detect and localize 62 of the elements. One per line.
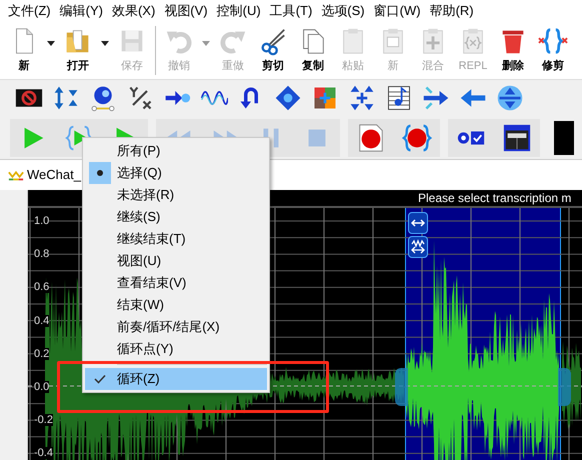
arrows-icon bbox=[52, 84, 80, 112]
menu-bar-item[interactable]: 窗口(W) bbox=[372, 1, 422, 21]
axis-label: -0.4 bbox=[34, 447, 53, 460]
braces-cross-icon bbox=[538, 26, 568, 56]
zigzag-icon bbox=[8, 168, 24, 182]
menu-bar-item[interactable]: 效果(X) bbox=[110, 1, 156, 21]
music-staff-icon bbox=[385, 84, 413, 112]
selection-button[interactable] bbox=[408, 236, 428, 258]
split-arrows-icon bbox=[422, 84, 450, 112]
open-button[interactable]: 打开 bbox=[58, 22, 98, 79]
cut-button[interactable]: 剪切 bbox=[253, 22, 293, 79]
selection-handle[interactable] bbox=[395, 368, 408, 406]
caret-icon bbox=[202, 41, 210, 46]
menu-item[interactable]: 视图(U) bbox=[85, 250, 267, 272]
selection-button[interactable] bbox=[408, 212, 428, 234]
checkmark-icon bbox=[94, 374, 106, 384]
circle-up-down-icon bbox=[496, 84, 524, 112]
menu-bar-item[interactable]: 控制(U) bbox=[216, 1, 262, 21]
arrows-plus-icon bbox=[348, 84, 376, 112]
new-button[interactable]: 新 bbox=[4, 22, 44, 79]
menu-item[interactable]: 循环点(Y) bbox=[85, 338, 267, 360]
axis-label: -0.2 bbox=[34, 414, 53, 426]
menu-bar-item[interactable]: 选项(S) bbox=[320, 1, 366, 21]
axis-label: 0.2 bbox=[34, 348, 50, 360]
record-braces-icon bbox=[402, 122, 432, 152]
menu-item[interactable]: 前奏/循环/结尾(X) bbox=[85, 316, 267, 338]
menu-item[interactable]: 继续(S) bbox=[85, 206, 267, 228]
radio-bullet-icon bbox=[89, 162, 111, 184]
window-icon bbox=[502, 122, 532, 152]
menu-item[interactable]: 结束(W) bbox=[85, 294, 267, 316]
copy-button[interactable]: 复制 bbox=[293, 22, 333, 79]
wave-arrow-icon bbox=[411, 239, 425, 255]
axis-label: 0.0 bbox=[34, 381, 50, 393]
axis-label: 0.4 bbox=[34, 314, 50, 327]
menu-item[interactable]: 所有(P) bbox=[85, 140, 267, 162]
document-tab[interactable]: WeChat_ bbox=[8, 165, 81, 185]
menu-item[interactable]: 查看结束(V) bbox=[85, 272, 267, 294]
menu-item[interactable]: 选择(Q) bbox=[85, 162, 267, 184]
menu-bar-item[interactable]: 视图(V) bbox=[163, 1, 209, 21]
counter-display bbox=[554, 120, 574, 154]
axis-label: 0.6 bbox=[34, 281, 50, 294]
toolbar-button[interactable] bbox=[273, 83, 303, 113]
menu-item[interactable]: 未选择(R) bbox=[85, 184, 267, 206]
menu-bar-item[interactable]: 工具(T) bbox=[268, 1, 314, 21]
sphere-icon bbox=[89, 84, 117, 112]
document-title: WeChat_ bbox=[27, 166, 81, 184]
axis-label: 1.0 bbox=[34, 215, 50, 227]
selection-handle[interactable] bbox=[558, 368, 571, 406]
diamond-icon bbox=[274, 84, 302, 112]
menu-bar-item[interactable]: 编辑(Y) bbox=[58, 1, 104, 21]
menu-bar-item[interactable]: 文件(Z) bbox=[7, 1, 52, 21]
status-message: Please select transcription m bbox=[418, 190, 572, 207]
caret-icon bbox=[47, 41, 55, 46]
caret-icon bbox=[101, 41, 109, 46]
menu-item[interactable]: 继续结束(T) bbox=[85, 228, 267, 250]
toolbar-button[interactable] bbox=[495, 83, 525, 113]
double-arrow-icon bbox=[411, 218, 425, 228]
trim-button[interactable]: 修剪 bbox=[533, 22, 573, 79]
menu-item[interactable]: 循环(Z) bbox=[85, 368, 267, 390]
delete-button[interactable]: 删除 bbox=[493, 22, 533, 79]
axis-label: 0.8 bbox=[34, 248, 50, 260]
menu-bar-item[interactable]: 帮助(R) bbox=[428, 1, 475, 21]
